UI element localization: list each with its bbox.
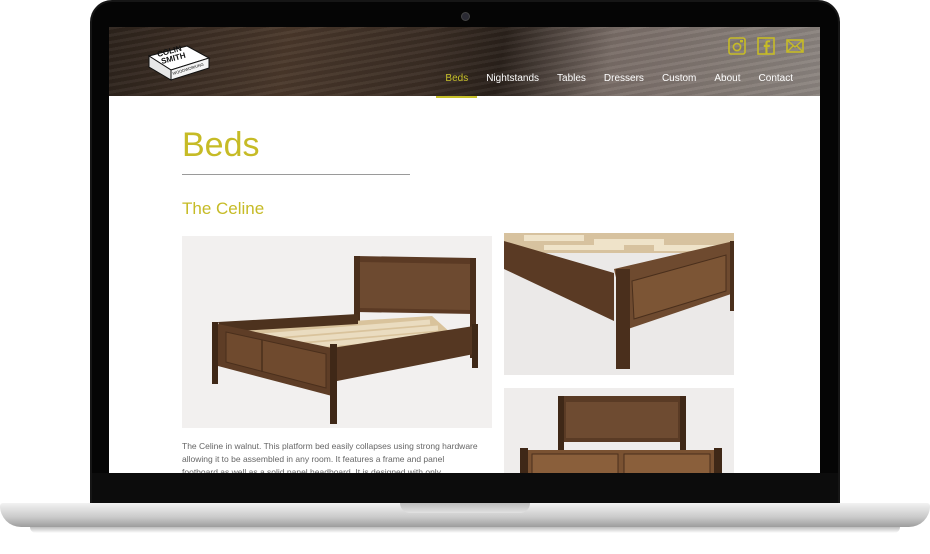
camera-icon [461,12,470,21]
mail-icon[interactable] [786,37,804,55]
title-divider [182,174,410,175]
bed-photo-corner[interactable] [504,233,734,375]
bed-photo-headboard-illustration [504,388,734,473]
nav-tables[interactable]: Tables [548,72,595,96]
nav-nightstands[interactable]: Nightstands [477,72,548,96]
main-nav: Beds Nightstands Tables Dressers Custom … [436,72,802,98]
brand-logo[interactable]: COLIN SMITH WOODWORKING [143,42,215,86]
instagram-icon[interactable] [728,37,746,55]
laptop-shadow [30,527,900,533]
bed-photo-main-illustration [182,236,492,428]
nav-dressers[interactable]: Dressers [595,72,653,96]
bed-photo-main[interactable] [182,236,492,428]
product-description: The Celine in walnut. This platform bed … [182,441,478,473]
laptop-chin [92,473,838,503]
browser-viewport: COLIN SMITH WOODWORKING Beds Nightstands… [109,27,820,473]
site-header: COLIN SMITH WOODWORKING Beds Nightstands… [109,27,820,98]
facebook-icon[interactable] [757,37,775,55]
social-links [728,37,804,55]
nav-beds[interactable]: Beds [436,72,478,98]
bed-photo-corner-illustration [504,233,734,375]
nav-custom[interactable]: Custom [653,72,705,96]
laptop-notch [400,503,530,513]
bed-photo-headboard[interactable] [504,388,734,473]
nav-about[interactable]: About [705,72,749,96]
product-title: The Celine [182,199,265,218]
page-title: Beds [182,126,260,164]
nav-contact[interactable]: Contact [750,72,802,96]
